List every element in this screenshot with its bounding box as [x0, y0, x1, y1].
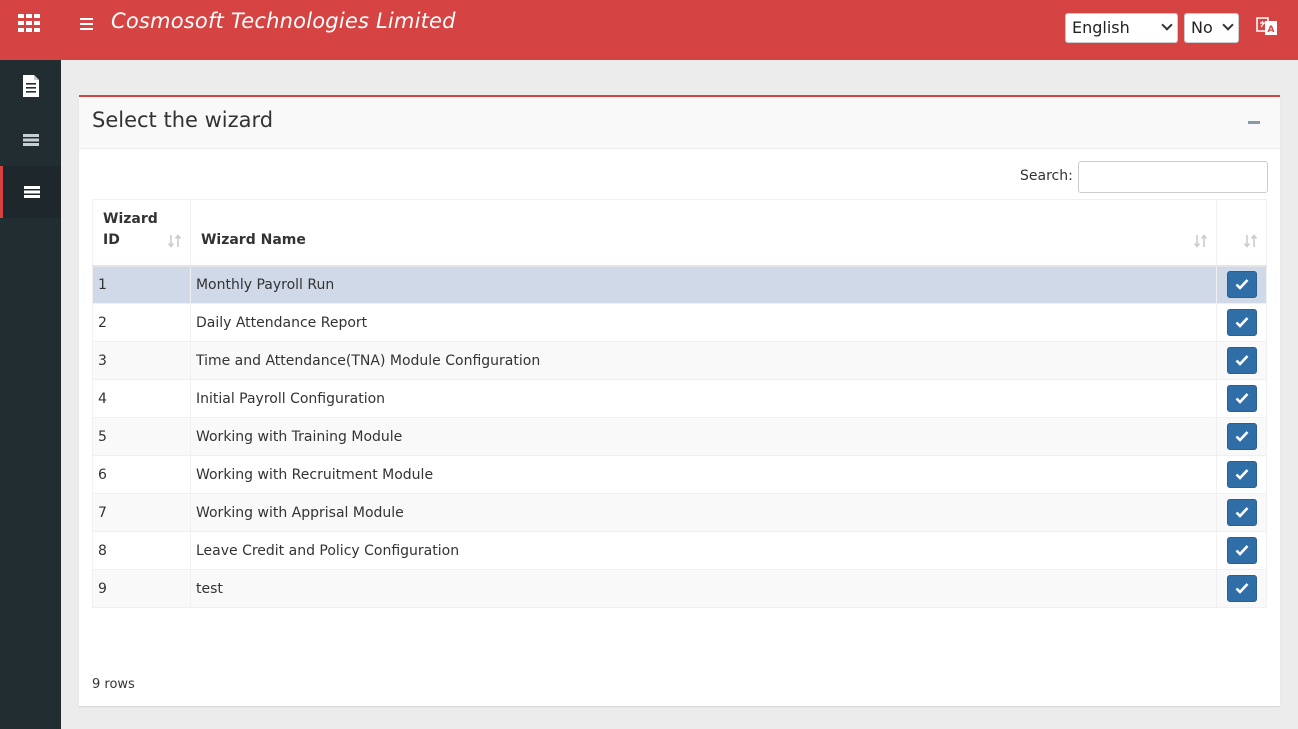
- language-select[interactable]: English: [1065, 13, 1178, 43]
- action-cell: [1216, 303, 1267, 342]
- row-count-info: 9 rows: [92, 677, 135, 692]
- check-icon: [1235, 469, 1248, 480]
- table-row[interactable]: 4 Initial Payroll Configuration: [92, 379, 1267, 418]
- select-wizard-button[interactable]: [1226, 309, 1257, 336]
- search-label: Search:: [1020, 168, 1073, 184]
- select-wizard-button[interactable]: [1226, 537, 1257, 564]
- sort-icon[interactable]: [1194, 233, 1208, 249]
- apps-grid-icon[interactable]: [18, 14, 40, 32]
- table-row[interactable]: 3 Time and Attendance(TNA) Module Configu…: [92, 341, 1267, 380]
- wizard-id-cell: 7: [92, 493, 191, 532]
- wizard-id-cell: 8: [92, 531, 191, 570]
- chevron-down-icon: [1161, 19, 1173, 31]
- table-row[interactable]: 7 Working with Apprisal Module: [92, 493, 1267, 532]
- action-cell: [1216, 455, 1267, 494]
- action-cell: [1216, 379, 1267, 418]
- sidebar-item-list[interactable]: [0, 114, 61, 166]
- wizard-id-cell: 3: [92, 341, 191, 380]
- list-icon: [22, 134, 39, 146]
- sort-icon[interactable]: [1244, 233, 1258, 249]
- wizard-name-cell: Working with Training Module: [189, 417, 1218, 456]
- check-icon: [1235, 393, 1248, 404]
- column-header-label: Wizard ID: [103, 210, 158, 248]
- svg-text:A: A: [1268, 25, 1275, 35]
- table-row[interactable]: 5 Working with Training Module: [92, 417, 1267, 456]
- column-header-wizard-id[interactable]: Wizard ID: [92, 199, 191, 267]
- wizard-name-cell: Initial Payroll Configuration: [189, 379, 1218, 418]
- document-icon: [22, 75, 39, 97]
- option-select[interactable]: No: [1184, 13, 1239, 43]
- table-row[interactable]: 9 test: [92, 569, 1267, 608]
- select-wizard-button[interactable]: [1226, 461, 1257, 488]
- check-icon: [1235, 279, 1248, 291]
- wizard-id-cell: 1: [92, 265, 191, 304]
- action-cell: [1216, 341, 1267, 380]
- wizard-name-cell: Leave Credit and Policy Configuration: [189, 531, 1218, 570]
- wizard-id-cell: 4: [92, 379, 191, 418]
- column-header-wizard-name[interactable]: Wizard Name: [189, 199, 1218, 267]
- table-row[interactable]: 8 Leave Credit and Policy Configuration: [92, 531, 1267, 570]
- action-cell: [1216, 417, 1267, 456]
- table-row[interactable]: 6 Working with Recruitment Module: [92, 455, 1267, 494]
- wizard-name-cell: Time and Attendance(TNA) Module Configur…: [189, 341, 1218, 380]
- select-wizard-button[interactable]: [1226, 347, 1257, 374]
- search-input[interactable]: [1078, 161, 1268, 193]
- wizard-id-cell: 9: [92, 569, 191, 608]
- wizard-name-cell: Monthly Payroll Run: [189, 265, 1218, 304]
- wizard-id-cell: 2: [92, 303, 191, 342]
- sidebar: [0, 60, 61, 729]
- action-cell: [1216, 569, 1267, 608]
- table-header-row: Wizard ID Wizard Name: [92, 199, 1267, 267]
- wizard-id-cell: 6: [92, 455, 191, 494]
- sidebar-item-documents[interactable]: [0, 60, 61, 112]
- check-icon: [1235, 583, 1248, 594]
- language-select-value: English: [1072, 18, 1130, 37]
- panel-header: Select the wizard: [79, 97, 1280, 149]
- action-cell: [1216, 265, 1267, 304]
- select-wizard-button[interactable]: [1226, 385, 1257, 412]
- table-row[interactable]: 1 Monthly Payroll Run: [92, 265, 1267, 304]
- wizard-name-cell: test: [189, 569, 1218, 608]
- table-row[interactable]: 2 Daily Attendance Report: [92, 303, 1267, 342]
- company-name: Cosmosoft Technologies Limited: [111, 9, 456, 33]
- option-select-value: No: [1191, 18, 1213, 37]
- collapse-button[interactable]: [1248, 121, 1260, 124]
- select-wizard-button[interactable]: [1226, 271, 1257, 299]
- check-icon: [1235, 507, 1248, 518]
- column-header-label: Wizard Name: [200, 231, 306, 248]
- wizard-id-cell: 5: [92, 417, 191, 456]
- panel-title: Select the wizard: [92, 108, 274, 132]
- select-wizard-button[interactable]: [1226, 575, 1257, 602]
- check-icon: [1235, 317, 1248, 328]
- list-icon: [24, 186, 40, 198]
- action-cell: [1216, 493, 1267, 532]
- wizard-name-cell: Working with Recruitment Module: [189, 455, 1218, 494]
- top-navbar: Cosmosoft Technologies Limited English N…: [0, 0, 1298, 60]
- chevron-down-icon: [1222, 19, 1234, 31]
- check-icon: [1235, 431, 1248, 442]
- check-icon: [1235, 355, 1248, 366]
- select-wizard-button[interactable]: [1226, 499, 1257, 526]
- wizard-table: Wizard ID Wizard Name 1 Monthly Payroll …: [92, 199, 1267, 608]
- column-header-action[interactable]: [1216, 199, 1267, 267]
- wizard-name-cell: Daily Attendance Report: [189, 303, 1218, 342]
- wizard-panel: Select the wizard Search: Wizard ID Wiza…: [79, 95, 1280, 706]
- wizard-name-cell: Working with Apprisal Module: [189, 493, 1218, 532]
- check-icon: [1235, 545, 1248, 556]
- sidebar-item-wizard[interactable]: [0, 166, 61, 218]
- select-wizard-button[interactable]: [1226, 423, 1257, 450]
- menu-toggle-icon[interactable]: [80, 18, 93, 30]
- translate-icon[interactable]: A: [1256, 15, 1278, 37]
- sort-icon[interactable]: [167, 233, 182, 249]
- action-cell: [1216, 531, 1267, 570]
